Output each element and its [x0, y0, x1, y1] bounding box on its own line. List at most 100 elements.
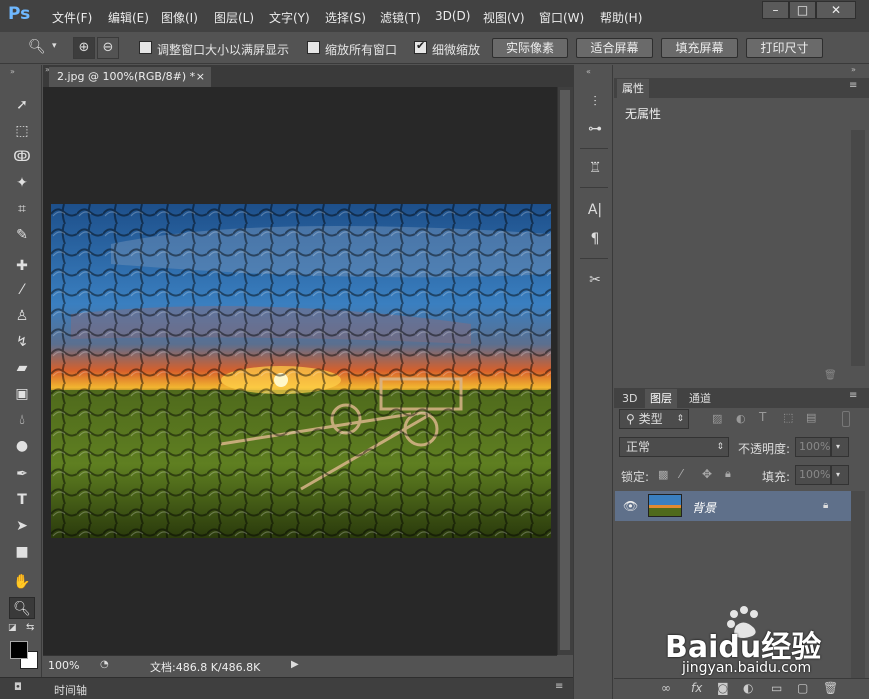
magic-wand-tool-icon[interactable]: ✦	[9, 172, 35, 194]
menu-select[interactable]: 选择(S)	[325, 9, 366, 26]
print-size-button[interactable]: 打印尺寸	[746, 38, 823, 58]
filter-toggle[interactable]	[842, 411, 850, 427]
layer-name[interactable]: 背景	[692, 499, 716, 516]
add-mask-icon[interactable]: ◙	[717, 681, 729, 695]
tool-preset-chevron-icon[interactable]: ▾	[52, 41, 57, 51]
delete-icon[interactable]: 🗑︎	[824, 370, 837, 381]
character-icon[interactable]: A|	[584, 199, 606, 221]
opacity-input[interactable]: 100%	[795, 437, 831, 457]
close-button[interactable]: ✕	[816, 1, 856, 19]
paragraph-icon[interactable]: ¶	[584, 228, 606, 250]
swap-colors-icon[interactable]: ⇆	[26, 622, 34, 633]
menu-file[interactable]: 文件(F)	[52, 9, 92, 26]
fill-chevron-icon[interactable]: ▾	[831, 465, 849, 485]
visibility-eye-icon[interactable]: 👁︎	[623, 499, 638, 513]
strip-collapse-icon[interactable]: «	[586, 67, 591, 76]
lock-image-icon[interactable]: ⁄	[680, 467, 682, 481]
history-brush-tool-icon[interactable]: ↯	[9, 331, 35, 353]
new-group-icon[interactable]: ▭	[771, 681, 782, 695]
filter-adjustment-icon[interactable]: ◐	[736, 412, 746, 425]
blur-tool-icon[interactable]: 💧︎	[9, 409, 35, 431]
properties-menu-icon[interactable]: ≡	[849, 80, 857, 91]
menu-view[interactable]: 视图(V)	[483, 9, 525, 26]
new-layer-icon[interactable]: ▢	[797, 681, 808, 695]
tab-3d[interactable]: 3D	[617, 389, 642, 408]
tab-layers[interactable]: 图层	[645, 389, 677, 408]
default-colors-icon[interactable]: ◪	[8, 623, 17, 633]
hand-tool-icon[interactable]: ✋	[9, 571, 35, 593]
layers-menu-icon[interactable]: ≡	[849, 390, 857, 401]
zoom-tool-icon[interactable]: 🔍︎	[9, 597, 35, 619]
document-image[interactable]	[51, 204, 551, 538]
opacity-chevron-icon[interactable]: ▾	[831, 437, 849, 457]
filter-type-icon[interactable]: T	[759, 410, 766, 424]
lock-position-icon[interactable]: ✥	[702, 467, 712, 481]
document-tab[interactable]: 2.jpg @ 100%(RGB/8#) * ×	[49, 67, 211, 87]
zoom-out-icon[interactable]: ⊖	[97, 37, 119, 59]
adjustments-icon[interactable]: ⊶	[584, 118, 606, 140]
collapse-icon[interactable]: »	[10, 67, 15, 76]
crop-tool-icon[interactable]: ⌗	[9, 198, 35, 220]
timeline-icon[interactable]: ◘	[14, 682, 22, 693]
pen-tool-icon[interactable]: ✒	[9, 463, 35, 485]
menu-window[interactable]: 窗口(W)	[539, 9, 584, 26]
marquee-tool-icon[interactable]: ⬚	[9, 120, 35, 142]
lock-transparent-icon[interactable]: ▩	[658, 468, 668, 481]
clone-source-icon[interactable]: ♖	[584, 157, 606, 179]
brush-presets-icon[interactable]: ⫶	[584, 91, 606, 113]
fx-icon[interactable]: fx	[691, 681, 702, 695]
menu-3d[interactable]: 3D(D)	[435, 9, 470, 23]
move-tool-icon[interactable]: ➚	[9, 94, 35, 116]
delete-layer-icon[interactable]: 🗑︎	[823, 681, 838, 695]
filter-smart-object-icon[interactable]: ▤	[806, 411, 816, 424]
filter-shape-icon[interactable]: ⬚	[783, 411, 793, 424]
lock-all-icon[interactable]: 🔒︎	[725, 467, 731, 481]
zoom-in-icon[interactable]: ⊕	[73, 37, 95, 59]
tool-presets-icon[interactable]: ✂	[584, 269, 606, 291]
fit-screen-button[interactable]: 适合屏幕	[576, 38, 653, 58]
scrubby-zoom-checkbox[interactable]	[414, 39, 427, 54]
menu-help[interactable]: 帮助(H)	[600, 9, 642, 26]
panel-expand-icon[interactable]: »	[851, 65, 856, 74]
tab-channels[interactable]: 通道	[684, 389, 716, 408]
adjustment-layer-icon[interactable]: ◐	[743, 681, 753, 695]
actual-pixels-button[interactable]: 实际像素	[492, 38, 568, 58]
path-selection-tool-icon[interactable]: ➤	[9, 515, 35, 537]
close-tab-icon[interactable]: ×	[196, 67, 205, 87]
menu-edit[interactable]: 编辑(E)	[108, 9, 149, 26]
brush-tool-icon[interactable]: ⁄	[9, 279, 35, 301]
zoom-icon[interactable]: 🔍︎	[28, 39, 46, 55]
timeline-tab[interactable]: 时间轴	[54, 682, 87, 698]
fill-screen-button[interactable]: 填充屏幕	[661, 38, 738, 58]
status-info-icon[interactable]: ◔	[100, 659, 109, 670]
clone-stamp-tool-icon[interactable]: ♙	[9, 305, 35, 327]
lasso-tool-icon[interactable]: ↂ	[9, 146, 35, 168]
timeline-menu-icon[interactable]: ≡	[555, 681, 563, 692]
menu-filter[interactable]: 滤镜(T)	[380, 9, 421, 26]
properties-scrollbar[interactable]	[851, 130, 865, 366]
layer-filter-dropdown[interactable]: ⚲ 类型 ⇕	[619, 409, 689, 429]
type-tool-icon[interactable]: T	[9, 489, 35, 511]
menu-image[interactable]: 图像(I)	[161, 9, 198, 26]
menu-layer[interactable]: 图层(L)	[214, 9, 254, 26]
scrollbar-thumb[interactable]	[560, 90, 570, 650]
dodge-tool-icon[interactable]: ●	[9, 435, 35, 457]
maximize-button[interactable]: □	[789, 1, 816, 19]
foreground-color-swatch[interactable]	[10, 641, 28, 659]
shape-tool-icon[interactable]: ■	[9, 541, 35, 563]
eraser-tool-icon[interactable]: ▰	[9, 357, 35, 379]
resize-windows-checkbox[interactable]	[139, 41, 152, 54]
menu-type[interactable]: 文字(Y)	[269, 9, 310, 26]
healing-brush-tool-icon[interactable]: ✚	[9, 255, 35, 277]
fill-input[interactable]: 100%	[795, 465, 831, 485]
minimize-button[interactable]: –	[762, 1, 789, 19]
status-menu-arrow-icon[interactable]: ▶	[291, 659, 299, 670]
gradient-tool-icon[interactable]: ▣	[9, 383, 35, 405]
eyedropper-tool-icon[interactable]: ✎	[9, 224, 35, 246]
link-layers-icon[interactable]: ∞	[661, 681, 671, 695]
filter-pixel-icon[interactable]: ▨	[712, 412, 722, 425]
properties-tab[interactable]: 属性	[617, 79, 649, 98]
blend-mode-dropdown[interactable]: 正常 ⇕	[619, 437, 729, 457]
zoom-all-checkbox[interactable]	[307, 41, 320, 54]
zoom-level[interactable]: 100%	[48, 659, 79, 672]
